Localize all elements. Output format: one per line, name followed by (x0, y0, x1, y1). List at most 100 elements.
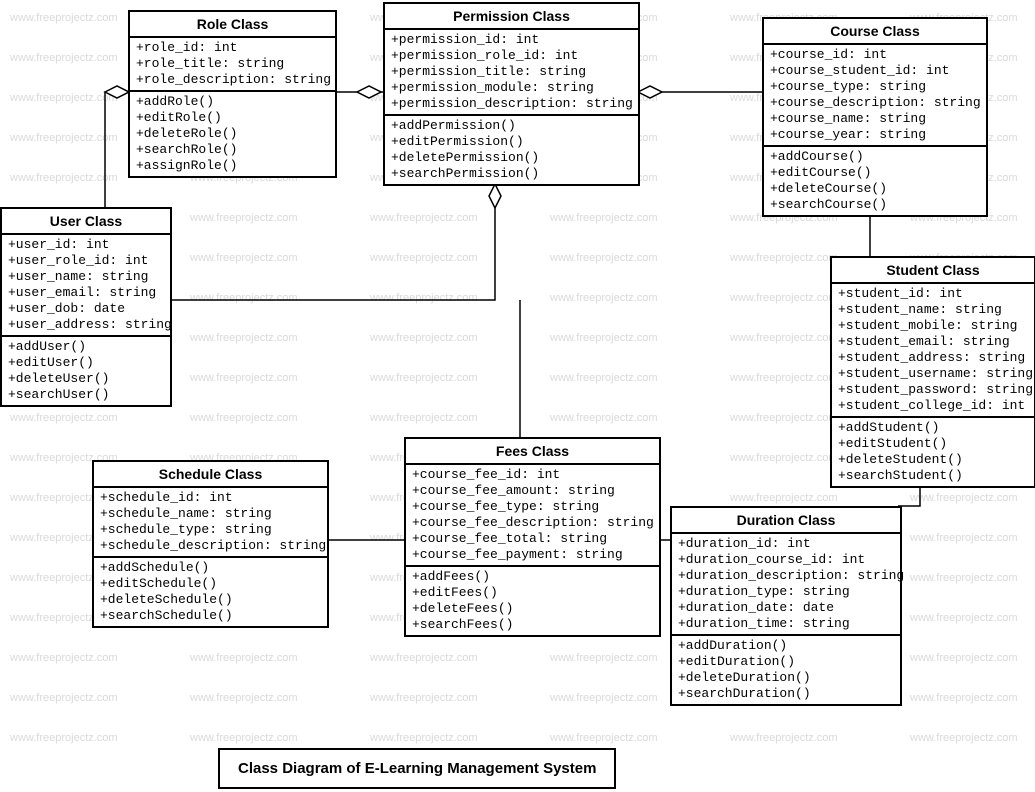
uml-row: +course_type: string (770, 79, 980, 95)
uml-row: +editStudent() (838, 436, 1028, 452)
attributes: +schedule_id: int+schedule_name: string+… (94, 488, 327, 558)
uml-row: +student_username: string (838, 366, 1028, 382)
class-student: Student Class +student_id: int+student_n… (830, 256, 1035, 488)
uml-row: +searchStudent() (838, 468, 1028, 484)
watermark: www.freeprojectz.com (730, 332, 838, 344)
uml-row: +editPermission() (391, 134, 632, 150)
uml-row: +student_name: string (838, 302, 1028, 318)
watermark: www.freeprojectz.com (10, 52, 118, 64)
watermark: www.freeprojectz.com (730, 732, 838, 744)
uml-row: +searchFees() (412, 617, 653, 633)
uml-row: +course_fee_id: int (412, 467, 653, 483)
uml-row: +duration_date: date (678, 600, 894, 616)
uml-row: +course_fee_description: string (412, 515, 653, 531)
watermark: www.freeprojectz.com (910, 492, 1018, 504)
uml-row: +schedule_description: string (100, 538, 321, 554)
class-title: Schedule Class (94, 462, 327, 488)
watermark: www.freeprojectz.com (730, 492, 838, 504)
uml-row: +user_address: string (8, 317, 164, 333)
uml-row: +user_role_id: int (8, 253, 164, 269)
uml-row: +assignRole() (136, 158, 329, 174)
watermark: www.freeprojectz.com (730, 292, 838, 304)
uml-row: +schedule_type: string (100, 522, 321, 538)
methods: +addUser()+editUser()+deleteUser()+searc… (2, 337, 170, 405)
class-duration: Duration Class +duration_id: int+duratio… (670, 506, 902, 706)
watermark: www.freeprojectz.com (10, 692, 118, 704)
uml-row: +student_email: string (838, 334, 1028, 350)
watermark: www.freeprojectz.com (190, 652, 298, 664)
methods: +addStudent()+editStudent()+deleteStuden… (832, 418, 1034, 486)
uml-row: +user_name: string (8, 269, 164, 285)
uml-row: +deleteSchedule() (100, 592, 321, 608)
class-course: Course Class +course_id: int+course_stud… (762, 17, 988, 217)
uml-row: +searchDuration() (678, 686, 894, 702)
uml-row: +searchPermission() (391, 166, 632, 182)
watermark: www.freeprojectz.com (190, 692, 298, 704)
uml-row: +course_fee_payment: string (412, 547, 653, 563)
watermark: www.freeprojectz.com (190, 292, 298, 304)
watermark: www.freeprojectz.com (190, 212, 298, 224)
watermark: www.freeprojectz.com (370, 372, 478, 384)
uml-row: +deleteStudent() (838, 452, 1028, 468)
uml-row: +deleteRole() (136, 126, 329, 142)
watermark: www.freeprojectz.com (190, 252, 298, 264)
watermark: www.freeprojectz.com (10, 172, 118, 184)
class-title: Course Class (764, 19, 986, 45)
class-title: Permission Class (385, 4, 638, 30)
uml-row: +user_dob: date (8, 301, 164, 317)
uml-row: +course_fee_amount: string (412, 483, 653, 499)
watermark: www.freeprojectz.com (910, 612, 1018, 624)
watermark: www.freeprojectz.com (910, 532, 1018, 544)
uml-row: +deleteFees() (412, 601, 653, 617)
uml-row: +course_fee_total: string (412, 531, 653, 547)
uml-row: +editSchedule() (100, 576, 321, 592)
diagram-caption: Class Diagram of E-Learning Management S… (218, 748, 616, 789)
watermark: www.freeprojectz.com (550, 212, 658, 224)
uml-row: +duration_time: string (678, 616, 894, 632)
attributes: +user_id: int+user_role_id: int+user_nam… (2, 235, 170, 337)
uml-row: +user_id: int (8, 237, 164, 253)
uml-row: +course_student_id: int (770, 63, 980, 79)
class-title: User Class (2, 209, 170, 235)
uml-row: +duration_id: int (678, 536, 894, 552)
watermark: www.freeprojectz.com (370, 292, 478, 304)
watermark: www.freeprojectz.com (730, 372, 838, 384)
uml-row: +editFees() (412, 585, 653, 601)
watermark: www.freeprojectz.com (730, 412, 838, 424)
uml-row: +addPermission() (391, 118, 632, 134)
uml-row: +editCourse() (770, 165, 980, 181)
uml-row: +editDuration() (678, 654, 894, 670)
methods: +addSchedule()+editSchedule()+deleteSche… (94, 558, 327, 626)
uml-row: +student_college_id: int (838, 398, 1028, 414)
watermark: www.freeprojectz.com (10, 412, 118, 424)
class-fees: Fees Class +course_fee_id: int+course_fe… (404, 437, 661, 637)
attributes: +duration_id: int+duration_course_id: in… (672, 534, 900, 636)
watermark: www.freeprojectz.com (370, 412, 478, 424)
uml-row: +deletePermission() (391, 150, 632, 166)
class-role: Role Class +role_id: int+role_title: str… (128, 10, 337, 178)
attributes: +role_id: int+role_title: string+role_de… (130, 38, 335, 92)
class-title: Fees Class (406, 439, 659, 465)
watermark: www.freeprojectz.com (550, 652, 658, 664)
uml-row: +duration_type: string (678, 584, 894, 600)
class-title: Student Class (832, 258, 1034, 284)
attributes: +permission_id: int+permission_role_id: … (385, 30, 638, 116)
uml-row: +editUser() (8, 355, 164, 371)
uml-row: +course_fee_type: string (412, 499, 653, 515)
uml-row: +addRole() (136, 94, 329, 110)
uml-row: +course_description: string (770, 95, 980, 111)
watermark: www.freeprojectz.com (10, 732, 118, 744)
methods: +addPermission()+editPermission()+delete… (385, 116, 638, 184)
uml-row: +addCourse() (770, 149, 980, 165)
uml-row: +student_id: int (838, 286, 1028, 302)
class-title: Role Class (130, 12, 335, 38)
methods: +addRole()+editRole()+deleteRole()+searc… (130, 92, 335, 176)
watermark: www.freeprojectz.com (190, 332, 298, 344)
uml-row: +searchSchedule() (100, 608, 321, 624)
uml-row: +course_year: string (770, 127, 980, 143)
uml-row: +addFees() (412, 569, 653, 585)
methods: +addDuration()+editDuration()+deleteDura… (672, 636, 900, 704)
uml-row: +role_description: string (136, 72, 329, 88)
uml-row: +permission_id: int (391, 32, 632, 48)
uml-row: +permission_role_id: int (391, 48, 632, 64)
